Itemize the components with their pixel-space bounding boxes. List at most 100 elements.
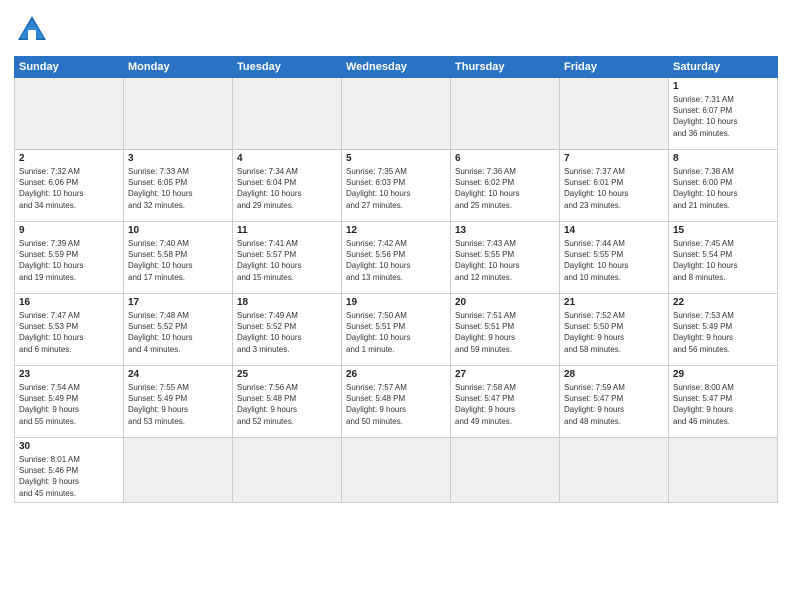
calendar-cell: 23 Sunrise: 7:54 AM Sunset: 5:49 PM Dayli… [15, 366, 124, 438]
day-info: Sunrise: 7:41 AM Sunset: 5:57 PM Dayligh… [237, 238, 337, 283]
day-info: Sunrise: 7:32 AM Sunset: 6:06 PM Dayligh… [19, 166, 119, 211]
calendar-cell: 1Sunrise: 7:31 AM Sunset: 6:07 PM Daylig… [669, 78, 778, 150]
calendar: SundayMondayTuesdayWednesdayThursdayFrid… [14, 56, 778, 503]
calendar-cell [124, 438, 233, 503]
day-number: 4 [237, 153, 337, 164]
day-number: 3 [128, 153, 228, 164]
day-number: 23 [19, 369, 119, 380]
day-number: 9 [19, 225, 119, 236]
calendar-week-6: 30Sunrise: 8:01 AM Sunset: 5:46 PM Dayli… [15, 438, 778, 503]
page: SundayMondayTuesdayWednesdayThursdayFrid… [0, 0, 792, 612]
calendar-cell: 5 Sunrise: 7:35 AM Sunset: 6:03 PM Daylig… [342, 150, 451, 222]
calendar-cell: 22 Sunrise: 7:53 AM Sunset: 5:49 PM Dayli… [669, 294, 778, 366]
calendar-header-tuesday: Tuesday [233, 57, 342, 78]
day-number: 1 [673, 81, 773, 92]
day-number: 24 [128, 369, 228, 380]
calendar-cell: 19Sunrise: 7:50 AM Sunset: 5:51 PM Dayli… [342, 294, 451, 366]
calendar-header-thursday: Thursday [451, 57, 560, 78]
calendar-cell: 8Sunrise: 7:38 AM Sunset: 6:00 PM Daylig… [669, 150, 778, 222]
calendar-cell: 29Sunrise: 8:00 AM Sunset: 5:47 PM Dayli… [669, 366, 778, 438]
calendar-cell: 20Sunrise: 7:51 AM Sunset: 5:51 PM Dayli… [451, 294, 560, 366]
calendar-cell: 3 Sunrise: 7:33 AM Sunset: 6:05 PM Daylig… [124, 150, 233, 222]
day-number: 14 [564, 225, 664, 236]
calendar-cell: 6 Sunrise: 7:36 AM Sunset: 6:02 PM Daylig… [451, 150, 560, 222]
day-info: Sunrise: 7:44 AM Sunset: 5:55 PM Dayligh… [564, 238, 664, 283]
day-info: Sunrise: 7:55 AM Sunset: 5:49 PM Dayligh… [128, 382, 228, 427]
day-number: 22 [673, 297, 773, 308]
calendar-cell: 15Sunrise: 7:45 AM Sunset: 5:54 PM Dayli… [669, 222, 778, 294]
calendar-week-5: 23 Sunrise: 7:54 AM Sunset: 5:49 PM Dayli… [15, 366, 778, 438]
calendar-cell [233, 78, 342, 150]
calendar-cell: 12 Sunrise: 7:42 AM Sunset: 5:56 PM Dayli… [342, 222, 451, 294]
day-info: Sunrise: 7:47 AM Sunset: 5:53 PM Dayligh… [19, 310, 119, 355]
calendar-cell: 24 Sunrise: 7:55 AM Sunset: 5:49 PM Dayli… [124, 366, 233, 438]
day-number: 15 [673, 225, 773, 236]
day-number: 28 [564, 369, 664, 380]
day-number: 19 [346, 297, 446, 308]
day-number: 6 [455, 153, 555, 164]
calendar-cell: 7 Sunrise: 7:37 AM Sunset: 6:01 PM Daylig… [560, 150, 669, 222]
calendar-cell: 28 Sunrise: 7:59 AM Sunset: 5:47 PM Dayli… [560, 366, 669, 438]
calendar-cell [669, 438, 778, 503]
day-info: Sunrise: 7:37 AM Sunset: 6:01 PM Dayligh… [564, 166, 664, 211]
calendar-cell: 13 Sunrise: 7:43 AM Sunset: 5:55 PM Dayli… [451, 222, 560, 294]
day-number: 27 [455, 369, 555, 380]
day-number: 10 [128, 225, 228, 236]
calendar-cell [451, 78, 560, 150]
day-info: Sunrise: 7:35 AM Sunset: 6:03 PM Dayligh… [346, 166, 446, 211]
calendar-cell: 26Sunrise: 7:57 AM Sunset: 5:48 PM Dayli… [342, 366, 451, 438]
calendar-week-3: 9 Sunrise: 7:39 AM Sunset: 5:59 PM Daylig… [15, 222, 778, 294]
day-number: 16 [19, 297, 119, 308]
day-info: Sunrise: 8:01 AM Sunset: 5:46 PM Dayligh… [19, 454, 119, 499]
calendar-header-monday: Monday [124, 57, 233, 78]
day-number: 20 [455, 297, 555, 308]
calendar-week-2: 2 Sunrise: 7:32 AM Sunset: 6:06 PM Daylig… [15, 150, 778, 222]
day-number: 18 [237, 297, 337, 308]
calendar-cell: 16 Sunrise: 7:47 AM Sunset: 5:53 PM Dayli… [15, 294, 124, 366]
calendar-cell [451, 438, 560, 503]
day-info: Sunrise: 7:54 AM Sunset: 5:49 PM Dayligh… [19, 382, 119, 427]
calendar-header-friday: Friday [560, 57, 669, 78]
day-number: 25 [237, 369, 337, 380]
calendar-header-wednesday: Wednesday [342, 57, 451, 78]
day-info: Sunrise: 7:39 AM Sunset: 5:59 PM Dayligh… [19, 238, 119, 283]
calendar-cell [560, 438, 669, 503]
day-info: Sunrise: 7:33 AM Sunset: 6:05 PM Dayligh… [128, 166, 228, 211]
day-number: 13 [455, 225, 555, 236]
day-info: Sunrise: 7:48 AM Sunset: 5:52 PM Dayligh… [128, 310, 228, 355]
calendar-cell: 10 Sunrise: 7:40 AM Sunset: 5:58 PM Dayli… [124, 222, 233, 294]
day-number: 7 [564, 153, 664, 164]
header [14, 12, 778, 48]
calendar-cell: 21Sunrise: 7:52 AM Sunset: 5:50 PM Dayli… [560, 294, 669, 366]
calendar-header-row: SundayMondayTuesdayWednesdayThursdayFrid… [15, 57, 778, 78]
logo-icon [14, 12, 50, 48]
day-info: Sunrise: 7:59 AM Sunset: 5:47 PM Dayligh… [564, 382, 664, 427]
calendar-cell [560, 78, 669, 150]
calendar-cell: 11Sunrise: 7:41 AM Sunset: 5:57 PM Dayli… [233, 222, 342, 294]
logo [14, 12, 56, 48]
day-number: 5 [346, 153, 446, 164]
calendar-cell: 9 Sunrise: 7:39 AM Sunset: 5:59 PM Daylig… [15, 222, 124, 294]
day-info: Sunrise: 7:58 AM Sunset: 5:47 PM Dayligh… [455, 382, 555, 427]
calendar-cell: 17 Sunrise: 7:48 AM Sunset: 5:52 PM Dayli… [124, 294, 233, 366]
calendar-cell [342, 438, 451, 503]
calendar-cell: 4Sunrise: 7:34 AM Sunset: 6:04 PM Daylig… [233, 150, 342, 222]
day-info: Sunrise: 8:00 AM Sunset: 5:47 PM Dayligh… [673, 382, 773, 427]
calendar-cell [124, 78, 233, 150]
day-info: Sunrise: 7:40 AM Sunset: 5:58 PM Dayligh… [128, 238, 228, 283]
calendar-header-sunday: Sunday [15, 57, 124, 78]
calendar-week-4: 16 Sunrise: 7:47 AM Sunset: 5:53 PM Dayli… [15, 294, 778, 366]
day-info: Sunrise: 7:52 AM Sunset: 5:50 PM Dayligh… [564, 310, 664, 355]
day-info: Sunrise: 7:42 AM Sunset: 5:56 PM Dayligh… [346, 238, 446, 283]
day-info: Sunrise: 7:43 AM Sunset: 5:55 PM Dayligh… [455, 238, 555, 283]
calendar-week-1: 1Sunrise: 7:31 AM Sunset: 6:07 PM Daylig… [15, 78, 778, 150]
calendar-cell: 25 Sunrise: 7:56 AM Sunset: 5:48 PM Dayli… [233, 366, 342, 438]
calendar-cell: 30Sunrise: 8:01 AM Sunset: 5:46 PM Dayli… [15, 438, 124, 503]
day-info: Sunrise: 7:36 AM Sunset: 6:02 PM Dayligh… [455, 166, 555, 211]
day-number: 17 [128, 297, 228, 308]
day-info: Sunrise: 7:56 AM Sunset: 5:48 PM Dayligh… [237, 382, 337, 427]
day-number: 12 [346, 225, 446, 236]
calendar-cell: 14 Sunrise: 7:44 AM Sunset: 5:55 PM Dayli… [560, 222, 669, 294]
day-info: Sunrise: 7:53 AM Sunset: 5:49 PM Dayligh… [673, 310, 773, 355]
day-number: 2 [19, 153, 119, 164]
